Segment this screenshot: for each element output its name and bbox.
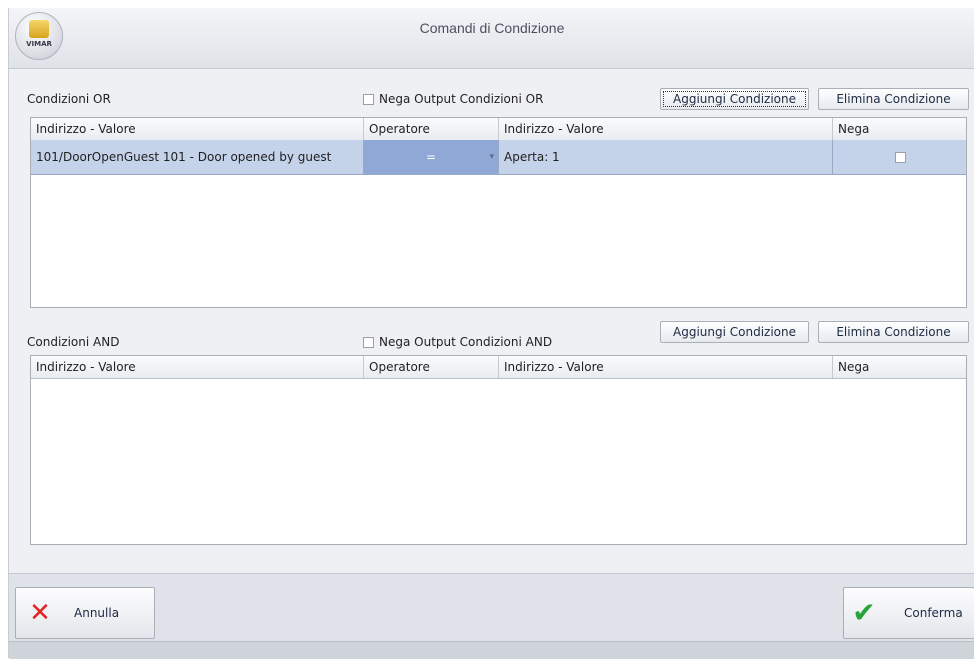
confirm-label: Conferma [904, 606, 963, 620]
and-delete-condition-button[interactable]: Elimina Condizione [818, 321, 969, 343]
and-col-operator[interactable]: Operatore [364, 356, 499, 378]
and-section-label: Condizioni AND [27, 335, 120, 349]
cancel-label: Annulla [74, 606, 120, 620]
and-add-condition-button[interactable]: Aggiungi Condizione [660, 321, 809, 343]
status-bar [9, 641, 974, 659]
and-conditions-grid[interactable]: Indirizzo - Valore Operatore Indirizzo -… [30, 355, 967, 545]
window-title: Comandi di Condizione [419, 20, 565, 36]
checkbox-icon[interactable] [363, 93, 374, 105]
negate-and-checkbox[interactable]: Nega Output Condizioni AND [363, 335, 552, 349]
checkmark-icon: ✔ [852, 596, 876, 629]
negate-or-checkbox[interactable]: Nega Output Condizioni OR [363, 92, 543, 106]
and-col-address[interactable]: Indirizzo - Valore [31, 356, 364, 378]
row-negate-checkbox[interactable] [895, 152, 906, 163]
chevron-down-icon[interactable]: ▾ [489, 140, 494, 174]
or-col-value[interactable]: Indirizzo - Valore [499, 118, 833, 140]
and-grid-header: Indirizzo - Valore Operatore Indirizzo -… [31, 356, 966, 379]
table-row[interactable]: 101/DoorOpenGuest 101 - Door opened by g… [31, 140, 966, 175]
checkbox-icon[interactable] [363, 336, 374, 348]
logo-text: VIMAR [26, 40, 52, 48]
title-bar: VIMAR Comandi di Condizione [9, 8, 974, 69]
or-col-operator[interactable]: Operatore [364, 118, 499, 140]
cancel-button[interactable]: ✕ Annulla [15, 587, 155, 639]
confirm-button[interactable]: ✔ Conferma [843, 587, 974, 639]
close-icon: ✕ [29, 598, 51, 628]
row-address-cell[interactable]: 101/DoorOpenGuest 101 - Door opened by g… [31, 140, 364, 174]
and-col-negate[interactable]: Nega [833, 356, 968, 378]
negate-or-label: Nega Output Condizioni OR [379, 92, 544, 106]
or-conditions-grid[interactable]: Indirizzo - Valore Operatore Indirizzo -… [30, 117, 967, 308]
or-delete-condition-button[interactable]: Elimina Condizione [818, 88, 969, 110]
row-negate-cell[interactable] [833, 140, 968, 174]
or-col-address[interactable]: Indirizzo - Valore [31, 118, 364, 140]
or-add-condition-button[interactable]: Aggiungi Condizione [660, 88, 809, 110]
negate-and-label: Nega Output Condizioni AND [379, 335, 553, 349]
operator-value: = [425, 150, 437, 164]
or-section-label: Condizioni OR [27, 92, 111, 106]
or-grid-header: Indirizzo - Valore Operatore Indirizzo -… [31, 118, 966, 141]
row-operator-select[interactable]: = ▾ [364, 140, 499, 174]
or-col-negate[interactable]: Nega [833, 118, 968, 140]
and-col-value[interactable]: Indirizzo - Valore [499, 356, 833, 378]
dialog-window: VIMAR Comandi di Condizione Condizioni O… [8, 8, 974, 659]
row-value-cell[interactable]: Aperta: 1 [499, 140, 833, 174]
